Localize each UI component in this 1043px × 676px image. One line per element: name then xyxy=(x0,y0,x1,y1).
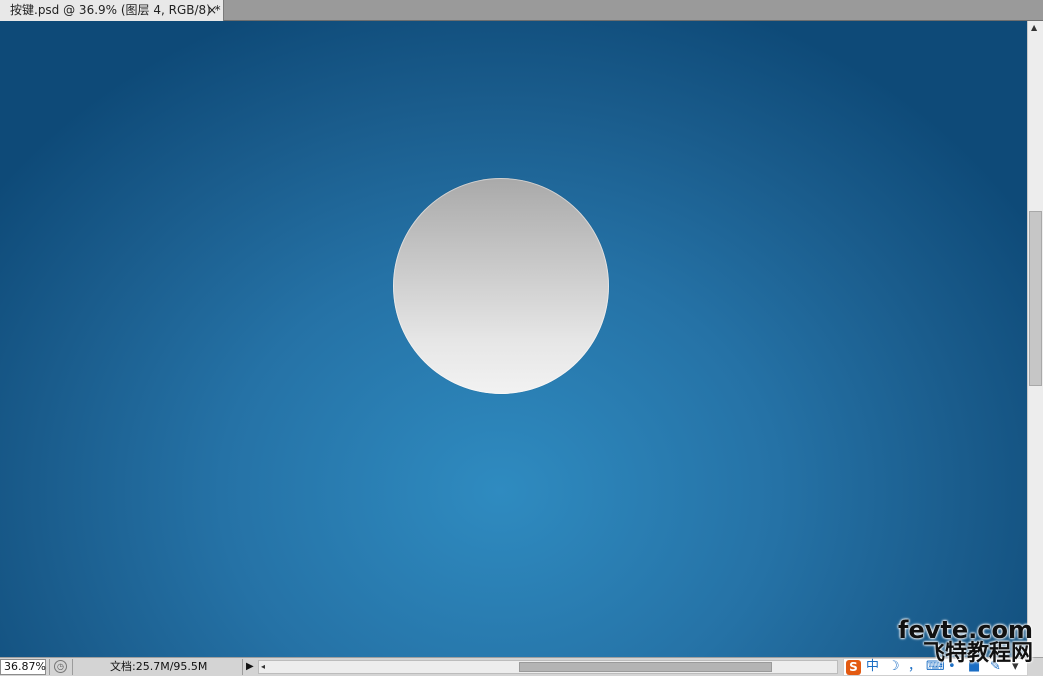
document-tab-title: 按键.psd @ 36.9% (图层 4, RGB/8) * xyxy=(10,3,221,17)
close-icon[interactable]: × xyxy=(207,0,217,21)
document-size-info: 文档:25.7M/95.5M xyxy=(110,660,208,673)
status-separator xyxy=(49,659,50,675)
watermark-site: fevte.com xyxy=(898,616,1033,644)
document-tab-bar: 按键.psd @ 36.9% (图层 4, RGB/8) * × xyxy=(0,0,1043,21)
status-bar: 36.87% ◷ 文档:25.7M/95.5M ▶ ◂ S 中 ☽ ， ⌨ • … xyxy=(0,657,1043,676)
document-canvas[interactable] xyxy=(0,21,1027,657)
scroll-left-arrow-icon[interactable]: ◂ xyxy=(261,661,265,673)
vertical-scrollbar[interactable]: ▲ xyxy=(1027,21,1043,657)
circle-button-shape xyxy=(393,178,609,394)
ime-mode-chinese[interactable]: 中 xyxy=(866,659,879,675)
sogou-logo-icon[interactable]: S xyxy=(846,660,861,675)
zoom-level-field[interactable]: 36.87% xyxy=(0,659,46,675)
status-menu-arrow-icon[interactable]: ▶ xyxy=(246,659,254,675)
status-info-icon[interactable]: ◷ xyxy=(54,660,67,673)
watermark: fevte.com 飞特教程网 xyxy=(898,618,1033,666)
scroll-up-arrow-icon[interactable]: ▲ xyxy=(1031,23,1037,33)
status-separator xyxy=(242,659,243,675)
document-tab[interactable]: 按键.psd @ 36.9% (图层 4, RGB/8) * × xyxy=(0,0,224,21)
horizontal-scrollbar-thumb[interactable] xyxy=(519,662,772,672)
status-separator xyxy=(72,659,73,675)
vertical-scrollbar-thumb[interactable] xyxy=(1029,211,1042,386)
watermark-name: 飞特教程网 xyxy=(922,641,1033,666)
horizontal-scrollbar[interactable]: ◂ xyxy=(258,660,838,674)
